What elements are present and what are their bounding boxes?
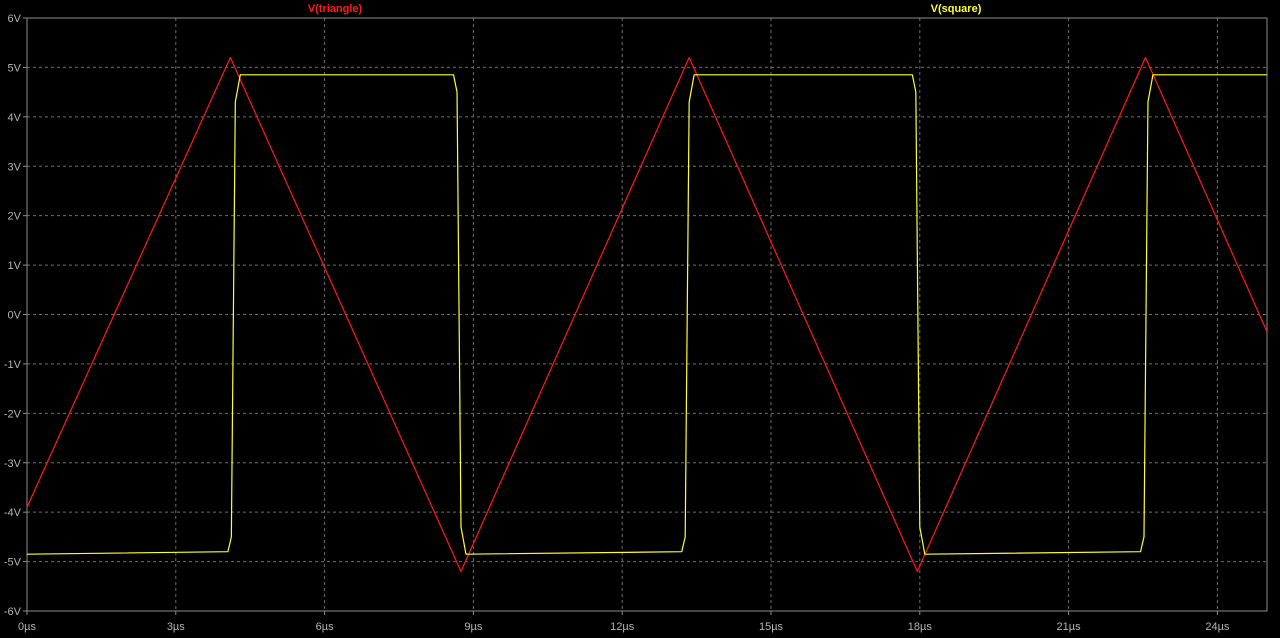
x-tick-label-0: 0µs (18, 621, 36, 633)
x-tick-label-2: 6µs (316, 621, 334, 633)
y-tick-label-9: -3V (4, 458, 22, 470)
x-tick-label-6: 18µs (908, 621, 933, 633)
y-tick-label-8: -2V (4, 408, 22, 420)
y-tick-label-0: 6V (8, 13, 22, 25)
waveform-plot: 0µs 3µs 6µs 9µs 12µs 15µs 18µs 21µs 24µs 6V 5V 4V 3V… (0, 0, 1280, 633)
x-tick-label-3: 9µs (464, 621, 482, 633)
y-tick-label-1: 5V (8, 62, 22, 74)
y-tick-label-7: -1V (4, 359, 22, 371)
x-tick-label-7: 21µs (1057, 621, 1082, 633)
y-tick-label-2: 4V (8, 112, 22, 124)
legend-v-square[interactable]: V(square) (931, 3, 982, 15)
x-tick-label-1: 3µs (167, 621, 185, 633)
y-tick-label-6: 0V (8, 310, 22, 322)
x-tick-label-8: 24µs (1205, 621, 1230, 633)
legend-v-triangle[interactable]: V(triangle) (308, 3, 363, 15)
x-tick-label-5: 15µs (759, 621, 784, 633)
y-tick-label-11: -5V (4, 557, 22, 569)
y-tick-label-12: -6V (4, 606, 22, 618)
y-tick-label-10: -4V (4, 507, 22, 519)
waveform-chart: 0µs 3µs 6µs 9µs 12µs 15µs 18µs 21µs 24µs 6V 5V 4V 3V… (4, 3, 1268, 633)
y-tick-label-3: 3V (8, 161, 22, 173)
y-tick-label-5: 1V (8, 260, 22, 272)
x-tick-label-4: 12µs (610, 621, 635, 633)
y-tick-label-4: 2V (8, 211, 22, 223)
